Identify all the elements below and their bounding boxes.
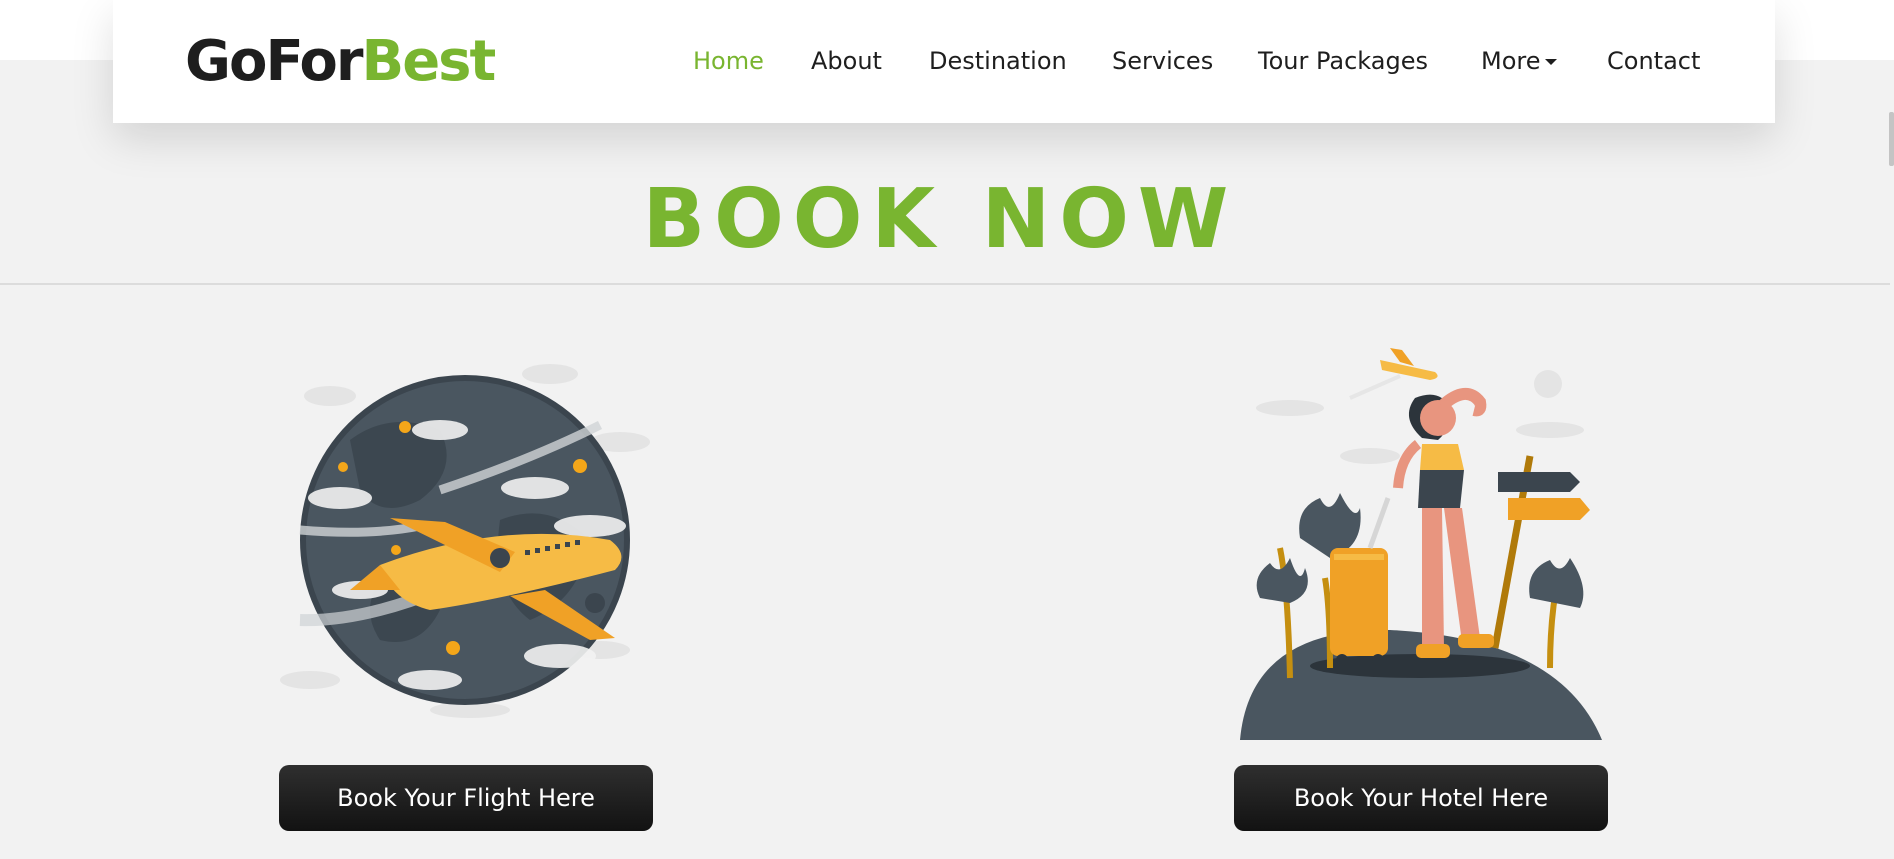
book-flight-button[interactable]: Book Your Flight Here [279,765,653,831]
traveler-hotel-illustration [1240,348,1602,740]
nav-destination[interactable]: Destination [929,46,1067,76]
scrollbar-thumb[interactable] [1889,112,1894,166]
section-title: BOOK NOW [642,172,1238,267]
nav-more-dropdown[interactable]: More [1481,46,1557,76]
main-nav: Home About Destination Services Tour Pac… [113,0,1775,123]
nav-home[interactable]: Home [693,46,764,76]
nav-services[interactable]: Services [1112,46,1213,76]
navbar: GoForBest Home About Destination Service… [113,0,1775,123]
book-hotel-button[interactable]: Book Your Hotel Here [1234,765,1608,831]
section-divider [0,283,1890,285]
flight-globe-illustration [280,364,650,718]
dropdown-caret-icon [1544,59,1557,65]
nav-more-label: More [1481,47,1541,75]
nav-about[interactable]: About [811,46,882,76]
nav-contact[interactable]: Contact [1607,46,1700,76]
nav-tour-packages[interactable]: Tour Packages [1258,46,1428,76]
